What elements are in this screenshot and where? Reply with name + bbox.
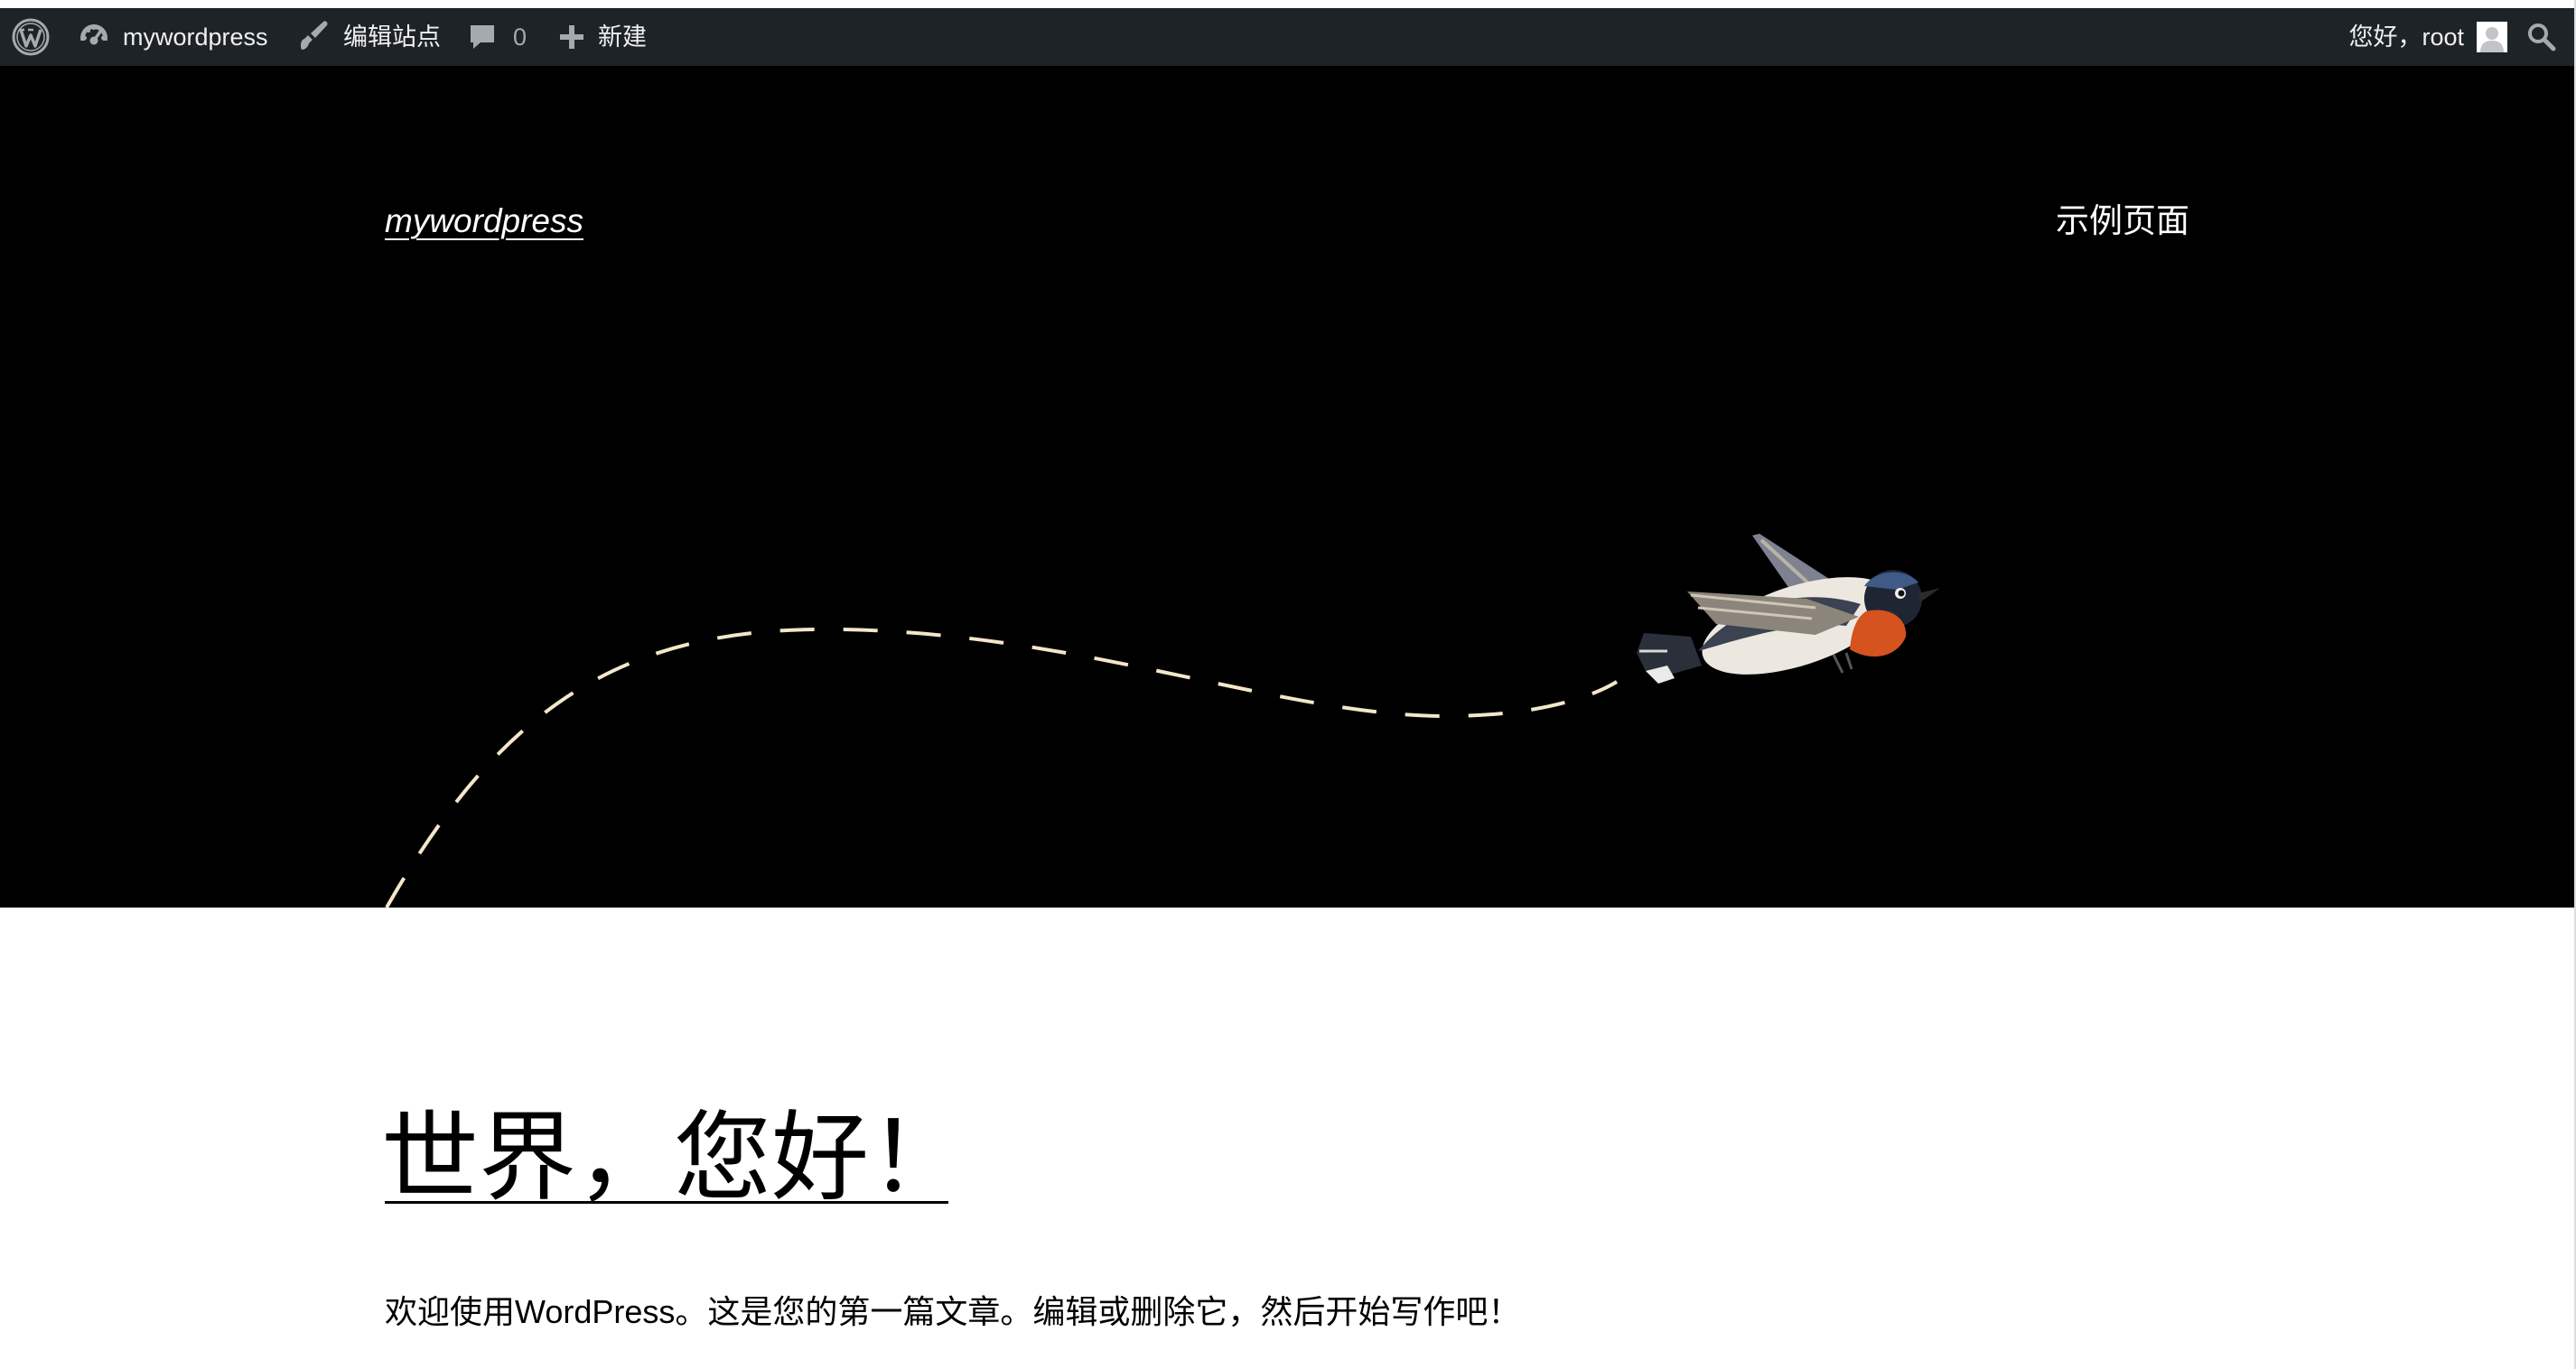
avatar-icon [2477,22,2507,52]
comments-count: 0 [513,23,527,51]
edit-site-label: 编辑站点 [343,23,441,51]
header-illustration [385,534,1940,908]
post-excerpt: 欢迎使用WordPress。这是您的第一篇文章。编辑或删除它，然后开始写作吧！ [385,1293,1521,1330]
site-name-link[interactable]: mywordpress [78,8,268,66]
brush-icon [296,19,332,55]
admin-bar: mywordpress 编辑站点 0 新建 您好，root [0,8,2574,66]
site-header: mywordpress 示例页面 [0,66,2574,908]
new-content-label: 新建 [598,23,647,51]
post-title-underline [385,1201,948,1204]
wordpress-menu[interactable] [11,8,51,66]
search-icon [2525,21,2558,53]
greeting-label: 您好，root [2348,23,2464,51]
bird-illustration [1637,534,1940,684]
dashboard-icon [78,21,110,53]
comment-bubble-icon [468,21,497,53]
browser-chrome-strip [0,0,2576,8]
plus-icon [558,23,585,51]
edit-site-link[interactable]: 编辑站点 [296,8,441,66]
post-title-link[interactable]: 世界，您好！ [381,1104,966,1213]
my-account-menu[interactable]: 您好，root [2348,8,2507,66]
wordpress-logo-icon [11,17,51,57]
search-button[interactable] [2525,8,2558,66]
dashed-flight-path [385,627,1619,908]
site-name-label: mywordpress [123,23,268,51]
new-content-menu[interactable]: 新建 [558,8,647,66]
comments-link[interactable]: 0 [468,8,527,66]
